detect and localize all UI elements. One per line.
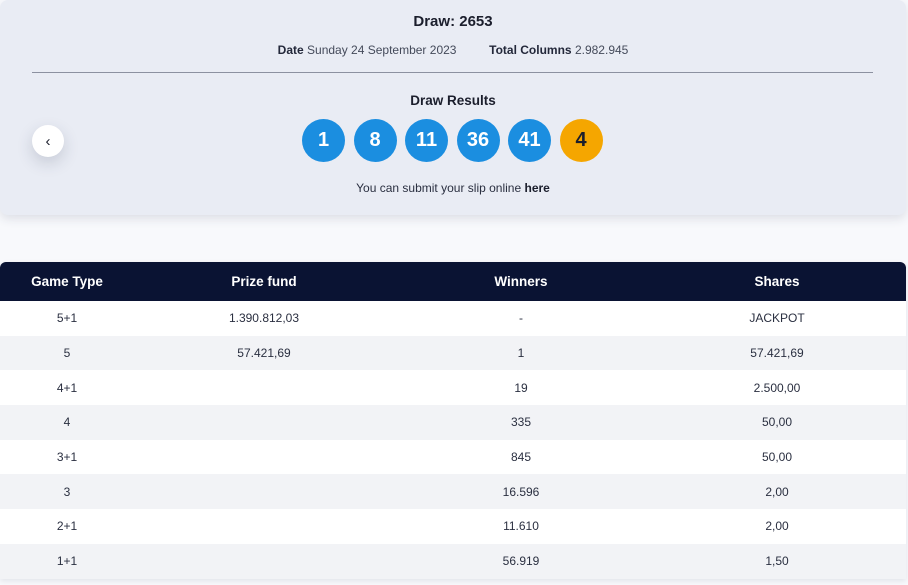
winners-cell: - — [519, 311, 523, 326]
result-ball: 36 — [456, 119, 500, 162]
previous-draw-button[interactable]: ‹ — [32, 125, 64, 157]
total-columns-value: 2.982.945 — [574, 43, 629, 57]
submit-slip-text: You can submit your slip online here — [0, 181, 906, 195]
winners-cell: 845 — [510, 450, 532, 465]
bonus-ball: 4 — [559, 119, 603, 162]
winners-cell: 16.596 — [502, 484, 540, 499]
game-type-cell: 3+1 — [56, 450, 78, 465]
shares-cell: JACKPOT — [749, 311, 805, 326]
winners-cell: 56.919 — [502, 554, 540, 569]
divider — [32, 72, 873, 73]
shares-cell: 2,00 — [765, 484, 789, 499]
draw-title: Draw: 2653 — [413, 13, 493, 30]
draw-card: Draw: 2653 Date Sunday 24 September 2023… — [0, 0, 906, 215]
column-header-game-type: Game Type — [31, 274, 103, 289]
table-row: 5+1 1.390.812,03 - JACKPOT — [0, 301, 906, 336]
draw-meta: Date Sunday 24 September 2023 Total Colu… — [0, 43, 906, 57]
column-header-shares: Shares — [754, 274, 800, 289]
table-row: 1+1 56.919 1,50 — [0, 543, 906, 579]
table-row: 2+1 11.610 2,00 — [0, 509, 906, 544]
result-ball: 1 — [302, 119, 345, 162]
shares-cell: 1,50 — [765, 554, 789, 569]
result-ball: 11 — [405, 119, 448, 162]
shares-cell: 2,00 — [765, 519, 789, 534]
game-type-cell: 4+1 — [56, 380, 78, 395]
shares-cell: 2.500,00 — [753, 380, 801, 395]
game-type-cell: 3 — [63, 484, 71, 499]
winners-cell: 1 — [517, 346, 525, 361]
prize-fund-cell — [134, 509, 394, 544]
table-row: 3 16.596 2,00 — [0, 474, 906, 510]
table-row: 5 57.421,69 1 57.421,69 — [0, 335, 906, 371]
prize-fund-cell — [134, 440, 394, 475]
table-row: 4+1 19 2.500,00 — [0, 370, 906, 406]
winners-cell: 11.610 — [503, 519, 539, 534]
prize-fund-cell — [134, 474, 394, 509]
prize-fund-cell — [134, 370, 394, 405]
shares-cell: 50,00 — [761, 450, 793, 465]
winners-cell: 335 — [510, 415, 532, 430]
shares-cell: 57.421,69 — [750, 346, 804, 361]
date-label: Date — [277, 43, 304, 57]
table-header-row: Game Type Prize fund Winners Shares — [0, 262, 906, 301]
table-row: 3+1 845 50,00 — [0, 439, 906, 475]
prize-table-container: Game Type Prize fund Winners Shares 5+1 … — [0, 262, 906, 579]
prize-fund-cell: 1.390.812,03 — [228, 311, 300, 326]
draw-results-title: Draw Results — [410, 93, 496, 108]
chevron-left-icon: ‹ — [45, 132, 51, 150]
winners-cell: 19 — [514, 380, 528, 395]
submit-slip-label: You can submit your slip online — [356, 181, 525, 195]
prize-fund-cell: 57.421,69 — [237, 346, 291, 361]
shares-cell: 50,00 — [761, 415, 793, 430]
result-ball: 41 — [508, 119, 551, 162]
result-balls: 1 8 11 36 41 4 — [302, 119, 603, 162]
prize-fund-cell — [134, 544, 394, 579]
game-type-cell: 5 — [63, 346, 71, 361]
prize-fund-cell — [134, 405, 394, 440]
game-type-cell: 1+1 — [56, 554, 78, 569]
date-value: Sunday 24 September 2023 — [307, 43, 457, 57]
result-ball: 8 — [353, 119, 397, 162]
total-columns-label: Total Columns — [489, 43, 572, 57]
column-header-winners: Winners — [494, 274, 548, 289]
submit-slip-link[interactable]: here — [524, 181, 549, 195]
game-type-cell: 4 — [63, 415, 71, 430]
game-type-cell: 2+1 — [56, 519, 78, 534]
column-header-prize-fund: Prize fund — [231, 274, 297, 289]
table-row: 4 335 50,00 — [0, 405, 906, 440]
prize-table: Game Type Prize fund Winners Shares 5+1 … — [0, 262, 906, 579]
game-type-cell: 5+1 — [56, 311, 78, 326]
